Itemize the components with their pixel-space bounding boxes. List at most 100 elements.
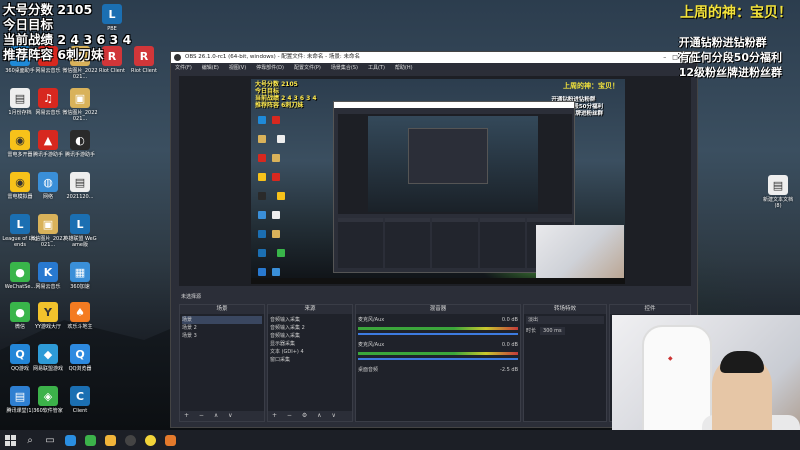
windows-logo-icon (4, 434, 16, 446)
desktop-icon[interactable]: ▣ 微信图片_2022021... (30, 214, 66, 254)
menu-help[interactable]: 帮助(H) (395, 63, 413, 73)
transition-select[interactable]: 淡出 (526, 316, 604, 324)
duration-input[interactable]: 300 ms (540, 327, 565, 335)
image-icon: ▣ (70, 88, 90, 108)
menu-edit[interactable]: 编辑(E) (202, 63, 219, 73)
doc-icon: ▤ (70, 172, 90, 192)
preview-capture: 大号分数 2105 今日目标 当前战绩 2 4 3 6 3 4 推荐阵容 6刺刀… (251, 79, 625, 284)
windows-taskbar: ⌕ ▭ (0, 430, 800, 450)
source-item[interactable]: 音频输入采集 (270, 332, 350, 340)
app-icon: ◉ (10, 172, 30, 192)
desktop-icon[interactable]: Y YY游戏大厅 (30, 302, 66, 342)
desktop-icon[interactable]: ▤ 新建文本文档 (8) (760, 175, 796, 215)
volume-slider[interactable] (358, 333, 518, 335)
sources-dock[interactable]: 来源 音频输入采集 音频输入采集 2 音频输入采集 显示器采集 文本 (GDI+… (267, 304, 353, 422)
obs-title: OBS 26.1.0-rc1 (64-bit, windows) - 配置文件:… (185, 54, 360, 60)
menu-view[interactable]: 视图(V) (229, 63, 246, 73)
browser-icon[interactable] (160, 430, 180, 450)
scene-item[interactable]: 场景 (182, 316, 262, 324)
stream-overlay-stats: 大号分数 2105 今日目标 当前战绩 2 4 3 6 3 4 推荐阵容 6刺刀… (3, 2, 131, 62)
lol-icon: L (10, 214, 30, 234)
obs-preview[interactable]: 大号分数 2105 今日目标 当前战绩 2 4 3 6 3 4 推荐阵容 6刺刀… (179, 76, 691, 286)
source-item[interactable]: 音频输入采集 (270, 316, 350, 324)
desktop-icon[interactable]: ◈ 360软件管家 (30, 386, 66, 426)
network-icon: ◍ (38, 172, 58, 192)
dock-title: 场景 (180, 305, 264, 314)
menu-file[interactable]: 文件(F) (175, 63, 192, 73)
obs-titlebar[interactable]: OBS 26.1.0-rc1 (64-bit, windows) - 配置文件:… (171, 52, 697, 63)
desktop-icon[interactable]: K 网易云音乐 (30, 262, 66, 302)
edge-icon[interactable] (60, 430, 80, 450)
transitions-dock[interactable]: 转场特效 淡出 时长 300 ms (523, 304, 607, 422)
scenes-dock[interactable]: 场景 场景 场景 2 场景 3 + − ∧ ∨ (179, 304, 265, 422)
source-item[interactable]: 显示器采集 (270, 340, 350, 348)
wechat-icon: ● (10, 302, 30, 322)
image-icon: ▣ (38, 214, 58, 234)
volume-slider[interactable] (358, 358, 518, 360)
start-button[interactable] (0, 430, 20, 450)
file-explorer-icon[interactable] (100, 430, 120, 450)
source-item[interactable]: 窗口采集 (270, 356, 350, 364)
app-icon: C (70, 386, 90, 406)
mixer-db: 0.0 dB (501, 317, 518, 323)
app-icon: ◈ (38, 386, 58, 406)
desktop-icon[interactable]: ▣ 微信图片_2022021... (62, 88, 98, 128)
desktop-icon[interactable]: ▦ 360加速 (62, 262, 98, 302)
browser-icon: Q (70, 344, 90, 364)
lol-icon: L (70, 214, 90, 234)
doc-icon: ▤ (768, 175, 788, 195)
chrome-icon[interactable] (140, 430, 160, 450)
desktop-icon[interactable]: ◐ 腾讯手游助手 (62, 130, 98, 170)
overlay-line: 今日目标 (3, 17, 54, 32)
app-icon: R (134, 46, 154, 66)
mixer-channel-name: 麦克风/Aux (358, 317, 385, 323)
search-icon[interactable]: ⌕ (20, 430, 40, 450)
music-icon: K (38, 262, 58, 282)
desktop-icon[interactable]: ▤ 2021120... (62, 172, 98, 212)
desktop-icon[interactable]: ♫ 网易云音乐 (30, 88, 66, 128)
desktop-icon[interactable]: ◍ 网络 (30, 172, 66, 212)
mixer-channel-name: 麦克风/Aux (358, 342, 385, 348)
overlay-weekly-winner: 上周的神：宝贝！ (680, 5, 792, 21)
mixer-channel-name: 桌面音频 (358, 367, 379, 373)
desktop-icon[interactable]: ♠ 欢乐斗地主 (62, 302, 98, 342)
menu-tools[interactable]: 工具(T) (368, 63, 385, 73)
desktop-icon[interactable]: ◆ 网易联盟游戏 (30, 344, 66, 384)
dock-title: 混音器 (356, 305, 520, 314)
desktop-icon[interactable]: L 英雄联盟 WeGame版 (62, 214, 98, 254)
app-icon: ▦ (70, 262, 90, 282)
menu-profile[interactable]: 配置文件(P) (294, 63, 321, 73)
overlay-line: 12级粉丝牌进粉丝群 (678, 66, 782, 79)
task-view-icon[interactable]: ▭ (40, 430, 60, 450)
dock-footer-buttons[interactable]: + − ⚙ ∧ ∨ (268, 411, 352, 421)
overlay-line: 当前战绩 2 4 3 6 3 4 (3, 32, 132, 47)
dock-title: 转场特效 (524, 305, 606, 314)
qq-icon: Q (10, 344, 30, 364)
menu-scene-collection[interactable]: 场景集合(S) (331, 63, 358, 73)
source-item[interactable]: 音频输入采集 2 (270, 324, 350, 332)
desktop-icon[interactable]: C Client (62, 386, 98, 426)
obs-icon[interactable] (120, 430, 140, 450)
duration-label: 时长 (526, 328, 537, 334)
preview-overlay-stats: 大号分数 2105 今日目标 当前战绩 2 4 3 6 3 4 推荐阵容 6刺刀… (255, 81, 317, 109)
overlay-line: 有任何分段50分福利 (678, 51, 782, 64)
desktop-icon[interactable]: R Riot Client (126, 46, 162, 86)
scene-item[interactable]: 场景 3 (182, 332, 262, 340)
overlay-line: 开通钻粉进钻粉群 (678, 36, 767, 49)
desktop-icon[interactable]: ▲ 腾讯手游助手 (30, 130, 66, 170)
scene-item[interactable]: 场景 2 (182, 324, 262, 332)
source-item[interactable]: 文本 (GDI+) 4 (270, 348, 350, 356)
app-icon: ◆ (38, 344, 58, 364)
obs-menubar: 文件(F) 编辑(E) 视图(V) 停靠部件(D) 配置文件(P) 场景集合(S… (171, 63, 697, 73)
overlay-line: 推荐阵容 6刺刀妹 (3, 47, 104, 62)
app-icon[interactable] (80, 430, 100, 450)
preview-desktop-icons (255, 111, 295, 284)
mixer-db: -2.5 dB (500, 367, 518, 373)
dock-footer-buttons[interactable]: + − ∧ ∨ (180, 411, 264, 421)
app-icon: ◉ (10, 130, 30, 150)
menu-docks[interactable]: 停靠部件(D) (256, 63, 284, 73)
no-source-selected: 未选择源 (181, 294, 202, 300)
doc-icon: ▤ (10, 386, 30, 406)
audio-mixer-dock[interactable]: 混音器 麦克风/Aux 0.0 dB 麦克风/Aux 0.0 dB 桌面音频 -2.5… (355, 304, 521, 422)
desktop-icon[interactable]: Q QQ浏览器 (62, 344, 98, 384)
